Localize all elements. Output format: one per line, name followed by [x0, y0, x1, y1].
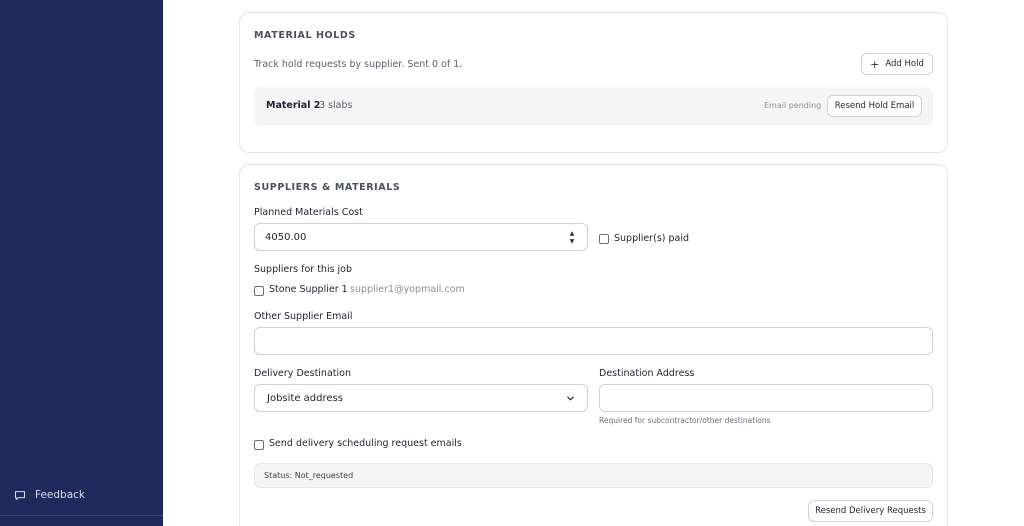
delivery-status-text: Status: Not_requested	[264, 471, 354, 480]
number-stepper[interactable]: ▲ ▼	[567, 231, 577, 245]
planned-cost-input[interactable]	[254, 223, 588, 251]
sidebar: Feedback	[0, 0, 163, 526]
delivery-destination-label: Delivery Destination	[254, 368, 351, 379]
add-hold-label: Add Hold	[885, 59, 924, 69]
hold-email-status: Email pending	[764, 101, 822, 110]
resend-delivery-requests-button[interactable]: Resend Delivery Requests	[808, 500, 933, 522]
feedback-label: Feedback	[35, 489, 86, 501]
suppliers-materials-card: SUPPLIERS & MATERIALS Planned Materials …	[239, 164, 948, 526]
add-hold-button[interactable]: + Add Hold	[861, 53, 933, 75]
material-holds-title: MATERIAL HOLDS	[254, 30, 356, 41]
material-holds-card: MATERIAL HOLDS Track hold requests by su…	[239, 12, 948, 153]
suppliers-paid-checkbox[interactable]	[599, 234, 609, 244]
delivery-destination-select[interactable]: Jobsite address	[254, 384, 588, 412]
destination-address-input[interactable]	[599, 384, 933, 412]
planned-cost-label: Planned Materials Cost	[254, 207, 363, 218]
stepper-down-icon[interactable]: ▼	[570, 239, 575, 245]
supplier-checkbox[interactable]	[254, 286, 264, 296]
sidebar-divider	[0, 515, 163, 516]
delivery-status-box: Status: Not_requested	[254, 463, 933, 488]
stepper-up-icon[interactable]: ▲	[570, 231, 575, 237]
delivery-destination-value: Jobsite address	[267, 392, 343, 404]
hold-quantity: 3 slabs	[319, 100, 353, 111]
chevron-down-icon	[567, 396, 574, 400]
send-scheduling-label: Send delivery scheduling request emails	[269, 438, 462, 449]
hold-row: Material 2 3 slabs Email pending Resend …	[254, 87, 933, 126]
hold-material-name: Material 2	[266, 100, 321, 111]
suppliers-for-job-label: Suppliers for this job	[254, 264, 353, 275]
resend-hold-email-button[interactable]: Resend Hold Email	[827, 95, 922, 117]
material-holds-description: Track hold requests by supplier. Sent 0 …	[254, 59, 463, 70]
send-scheduling-checkbox[interactable]	[254, 440, 264, 450]
supplier-email: supplier1@yopmail.com	[350, 284, 465, 295]
suppliers-paid-label: Supplier(s) paid	[614, 233, 690, 244]
supplier-name: Stone Supplier 1	[269, 284, 348, 295]
destination-address-helper: Required for subcontractor/other destina…	[599, 416, 771, 425]
main-content: MATERIAL HOLDS Track hold requests by su…	[163, 0, 1024, 526]
destination-address-label: Destination Address	[599, 368, 695, 379]
other-supplier-email-label: Other Supplier Email	[254, 311, 353, 322]
other-supplier-email-input[interactable]	[254, 327, 933, 355]
chat-bubble-icon	[14, 491, 26, 501]
suppliers-materials-title: SUPPLIERS & MATERIALS	[254, 182, 401, 193]
feedback-link[interactable]: Feedback	[14, 489, 85, 501]
plus-icon: +	[870, 57, 880, 71]
